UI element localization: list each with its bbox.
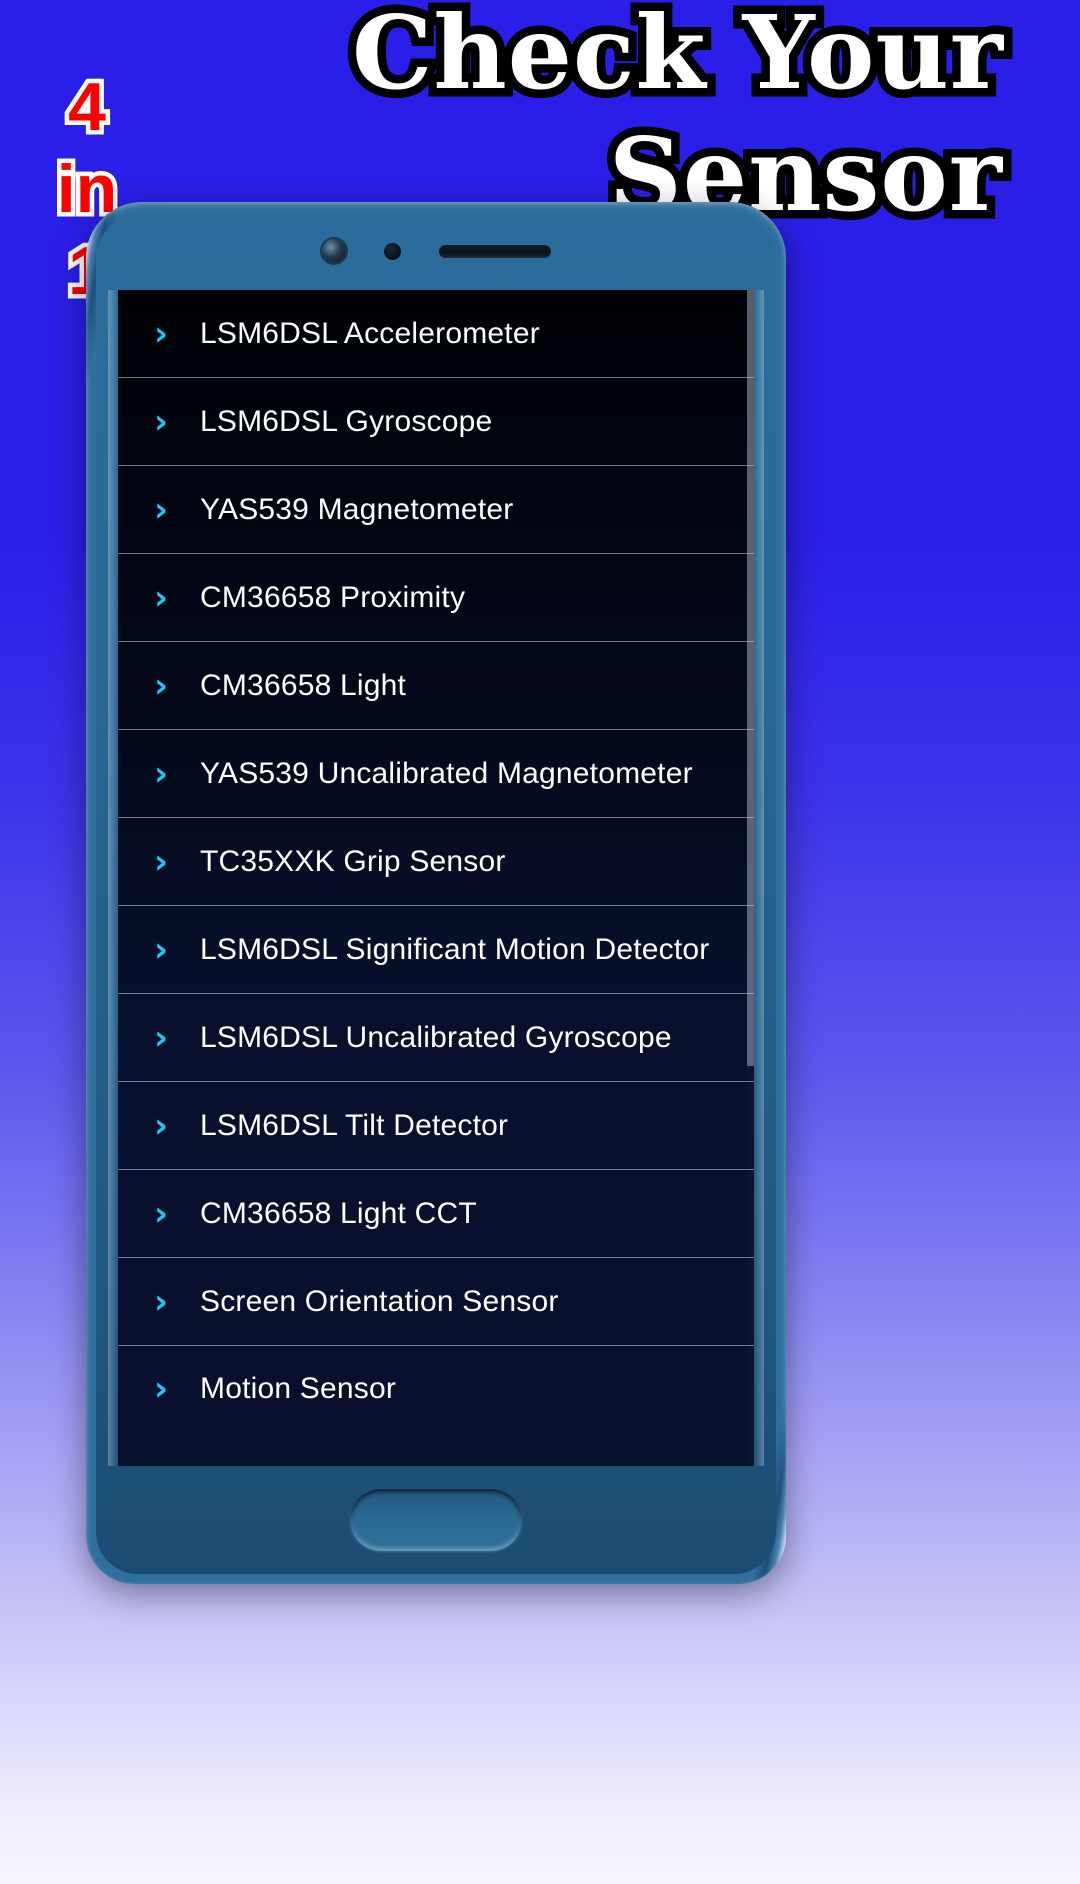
phone-mockup: › LSM6DSL Accelerometer › LSM6DSL Gyroscope… bbox=[86, 202, 786, 1584]
screen-edge-gloss-right bbox=[754, 290, 764, 1466]
chevron-right-icon: › bbox=[153, 1369, 168, 1409]
sensor-list-item[interactable]: › LSM6DSL Accelerometer bbox=[118, 290, 754, 378]
list-scrollbar[interactable] bbox=[747, 290, 754, 1466]
phone-body: › LSM6DSL Accelerometer › LSM6DSL Gyroscope… bbox=[96, 212, 776, 1574]
chevron-right-icon: › bbox=[153, 841, 168, 882]
earpiece-speaker-icon bbox=[438, 244, 551, 258]
phone-bottom-bezel bbox=[96, 1466, 776, 1574]
sensor-name-label: LSM6DSL Accelerometer bbox=[200, 316, 540, 350]
chevron-right-icon: › bbox=[153, 753, 168, 794]
chevron-right-icon: › bbox=[153, 929, 168, 970]
chevron-right-icon: › bbox=[153, 1281, 168, 1322]
home-button[interactable] bbox=[350, 1489, 522, 1551]
sensor-name-label: TC35XXK Grip Sensor bbox=[200, 844, 506, 878]
chevron-right-icon: › bbox=[153, 577, 168, 618]
sensor-list-item[interactable]: › CM36658 Light CCT bbox=[118, 1170, 754, 1258]
list-scrollbar-thumb[interactable] bbox=[747, 290, 754, 1067]
sensor-list-item[interactable]: › LSM6DSL Gyroscope bbox=[118, 378, 754, 466]
sensor-list-item[interactable]: › YAS539 Magnetometer bbox=[118, 466, 754, 554]
chevron-right-icon: › bbox=[153, 313, 168, 354]
sensor-list[interactable]: › LSM6DSL Accelerometer › LSM6DSL Gyroscope… bbox=[118, 290, 754, 1466]
sensor-list-item[interactable]: › LSM6DSL Significant Motion Detector bbox=[118, 906, 754, 994]
sensor-list-item[interactable]: › Motion Sensor bbox=[118, 1346, 754, 1466]
chevron-right-icon: › bbox=[153, 1193, 168, 1234]
chevron-right-icon: › bbox=[153, 1017, 168, 1058]
sensor-list-item[interactable]: › Screen Orientation Sensor bbox=[118, 1258, 754, 1346]
front-camera-icon bbox=[321, 239, 346, 263]
sensor-name-label: YAS539 Uncalibrated Magnetometer bbox=[200, 756, 693, 790]
sensor-name-label: YAS539 Magnetometer bbox=[200, 492, 514, 526]
proximity-sensor-icon bbox=[383, 242, 401, 260]
promo-title: Check Your Sensor bbox=[0, 0, 1080, 243]
chevron-right-icon: › bbox=[153, 401, 168, 442]
chevron-right-icon: › bbox=[153, 1105, 168, 1146]
sensor-name-label: LSM6DSL Uncalibrated Gyroscope bbox=[200, 1020, 672, 1054]
phone-top-bezel bbox=[96, 212, 776, 290]
sensor-list-item[interactable]: › LSM6DSL Tilt Detector bbox=[118, 1082, 754, 1170]
sensor-list-item[interactable]: › YAS539 Uncalibrated Magnetometer bbox=[118, 730, 754, 818]
badge-line-1: 4 bbox=[64, 65, 111, 150]
sensor-name-label: LSM6DSL Significant Motion Detector bbox=[200, 932, 710, 966]
sensor-list-item[interactable]: › CM36658 Proximity bbox=[118, 554, 754, 642]
sensor-name-label: CM36658 Light CCT bbox=[200, 1196, 477, 1230]
sensor-name-label: Screen Orientation Sensor bbox=[200, 1284, 559, 1318]
phone-screen: › LSM6DSL Accelerometer › LSM6DSL Gyroscope… bbox=[118, 290, 754, 1466]
sensor-name-label: Motion Sensor bbox=[200, 1372, 397, 1405]
sensor-name-label: CM36658 Proximity bbox=[200, 580, 466, 614]
sensor-name-label: LSM6DSL Tilt Detector bbox=[200, 1108, 509, 1142]
sensor-list-item[interactable]: › LSM6DSL Uncalibrated Gyroscope bbox=[118, 994, 754, 1082]
screen-edge-gloss-left bbox=[108, 290, 118, 1466]
sensor-name-label: LSM6DSL Gyroscope bbox=[200, 404, 493, 438]
sensor-list-item[interactable]: › CM36658 Light bbox=[118, 642, 754, 730]
chevron-right-icon: › bbox=[153, 489, 168, 530]
chevron-right-icon: › bbox=[153, 665, 168, 706]
sensor-list-item[interactable]: › TC35XXK Grip Sensor bbox=[118, 818, 754, 906]
sensor-name-label: CM36658 Light bbox=[200, 668, 407, 702]
